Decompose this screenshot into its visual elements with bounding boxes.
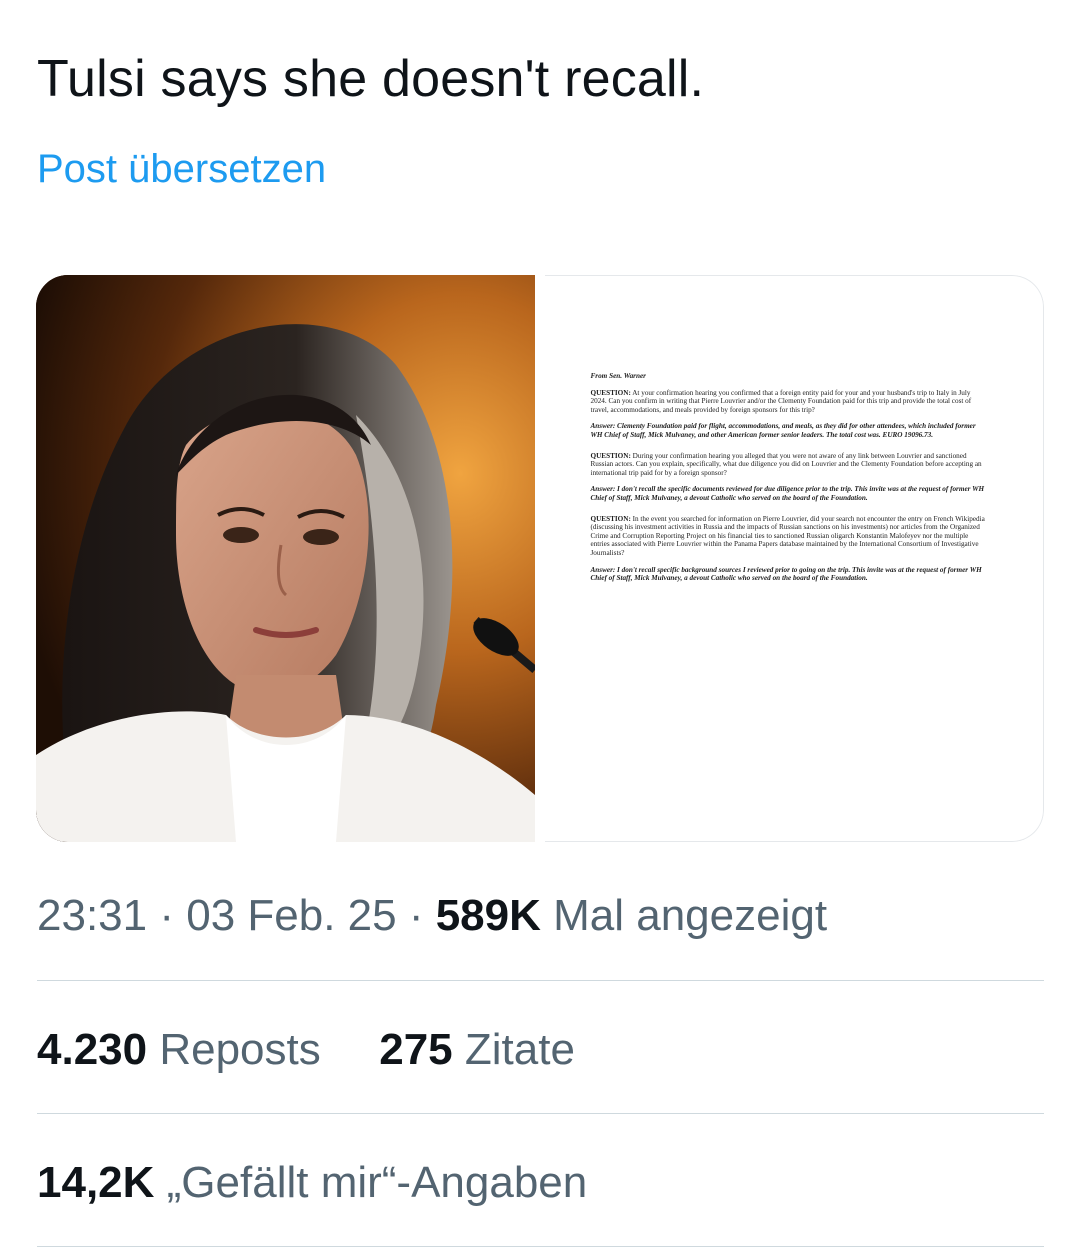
engagement-row: 4.230 Reposts 275 Zitate bbox=[37, 1020, 575, 1080]
likes-row: 14,2K „Gefällt mir“-Angaben bbox=[37, 1153, 587, 1213]
media-grid: From Sen. Warner QUESTION: At your confi… bbox=[36, 275, 1044, 842]
post-date[interactable]: 03 Feb. 25 bbox=[186, 891, 396, 940]
post-time[interactable]: 23:31 bbox=[37, 891, 147, 940]
document-from: From Sen. Warner bbox=[590, 372, 646, 380]
quotes-count: 275 bbox=[379, 1025, 453, 1074]
reposts-stat[interactable]: 4.230 Reposts bbox=[37, 1025, 321, 1074]
likes-label: „Gefällt mir“-Angaben bbox=[154, 1158, 588, 1207]
media-document[interactable]: From Sen. Warner QUESTION: At your confi… bbox=[544, 275, 1044, 842]
views-count: 589K bbox=[435, 891, 541, 940]
quotes-label: Zitate bbox=[452, 1025, 575, 1074]
question-label: QUESTION: bbox=[590, 388, 631, 397]
views-label: Mal angezeigt bbox=[540, 891, 828, 940]
post-text: Tulsi says she doesn't recall. bbox=[37, 50, 705, 108]
document-answer-1: Answer: Clementy Foundation paid for fli… bbox=[590, 422, 976, 439]
question-text: In the event you searched for informatio… bbox=[590, 514, 985, 557]
reposts-count: 4.230 bbox=[37, 1025, 148, 1074]
portrait-illustration bbox=[36, 275, 535, 842]
translate-post-link[interactable]: Post übersetzen bbox=[37, 142, 326, 196]
divider bbox=[37, 1113, 1044, 1114]
likes-stat[interactable]: 14,2K „Gefällt mir“-Angaben bbox=[37, 1158, 587, 1207]
divider bbox=[37, 980, 1044, 981]
document-question-2: QUESTION: During your confirmation heari… bbox=[591, 452, 987, 478]
document-answer-3: Answer: I don't recall specific backgrou… bbox=[590, 565, 982, 583]
quotes-stat[interactable]: 275 Zitate bbox=[379, 1025, 575, 1074]
document-text: From Sen. Warner QUESTION: At your confi… bbox=[591, 372, 987, 595]
reposts-label: Reposts bbox=[147, 1025, 321, 1074]
meta-separator: · bbox=[396, 891, 436, 940]
document-question-3: QUESTION: In the event you searched for … bbox=[591, 515, 987, 558]
question-text: During your confirmation hearing you all… bbox=[590, 451, 982, 477]
divider bbox=[37, 1246, 1044, 1247]
question-label: QUESTION: bbox=[590, 451, 631, 460]
document-question-1: QUESTION: At your confirmation hearing y… bbox=[591, 389, 987, 415]
post-meta: 23:31 · 03 Feb. 25 · 589K Mal angezeigt bbox=[37, 886, 827, 946]
likes-count: 14,2K bbox=[37, 1158, 155, 1207]
media-photo[interactable] bbox=[36, 275, 535, 842]
meta-separator: · bbox=[147, 891, 187, 940]
document-answer-2: Answer: I don't recall the specific docu… bbox=[590, 485, 985, 502]
question-text: At your confirmation hearing you confirm… bbox=[590, 388, 972, 414]
question-label: QUESTION: bbox=[590, 514, 631, 523]
